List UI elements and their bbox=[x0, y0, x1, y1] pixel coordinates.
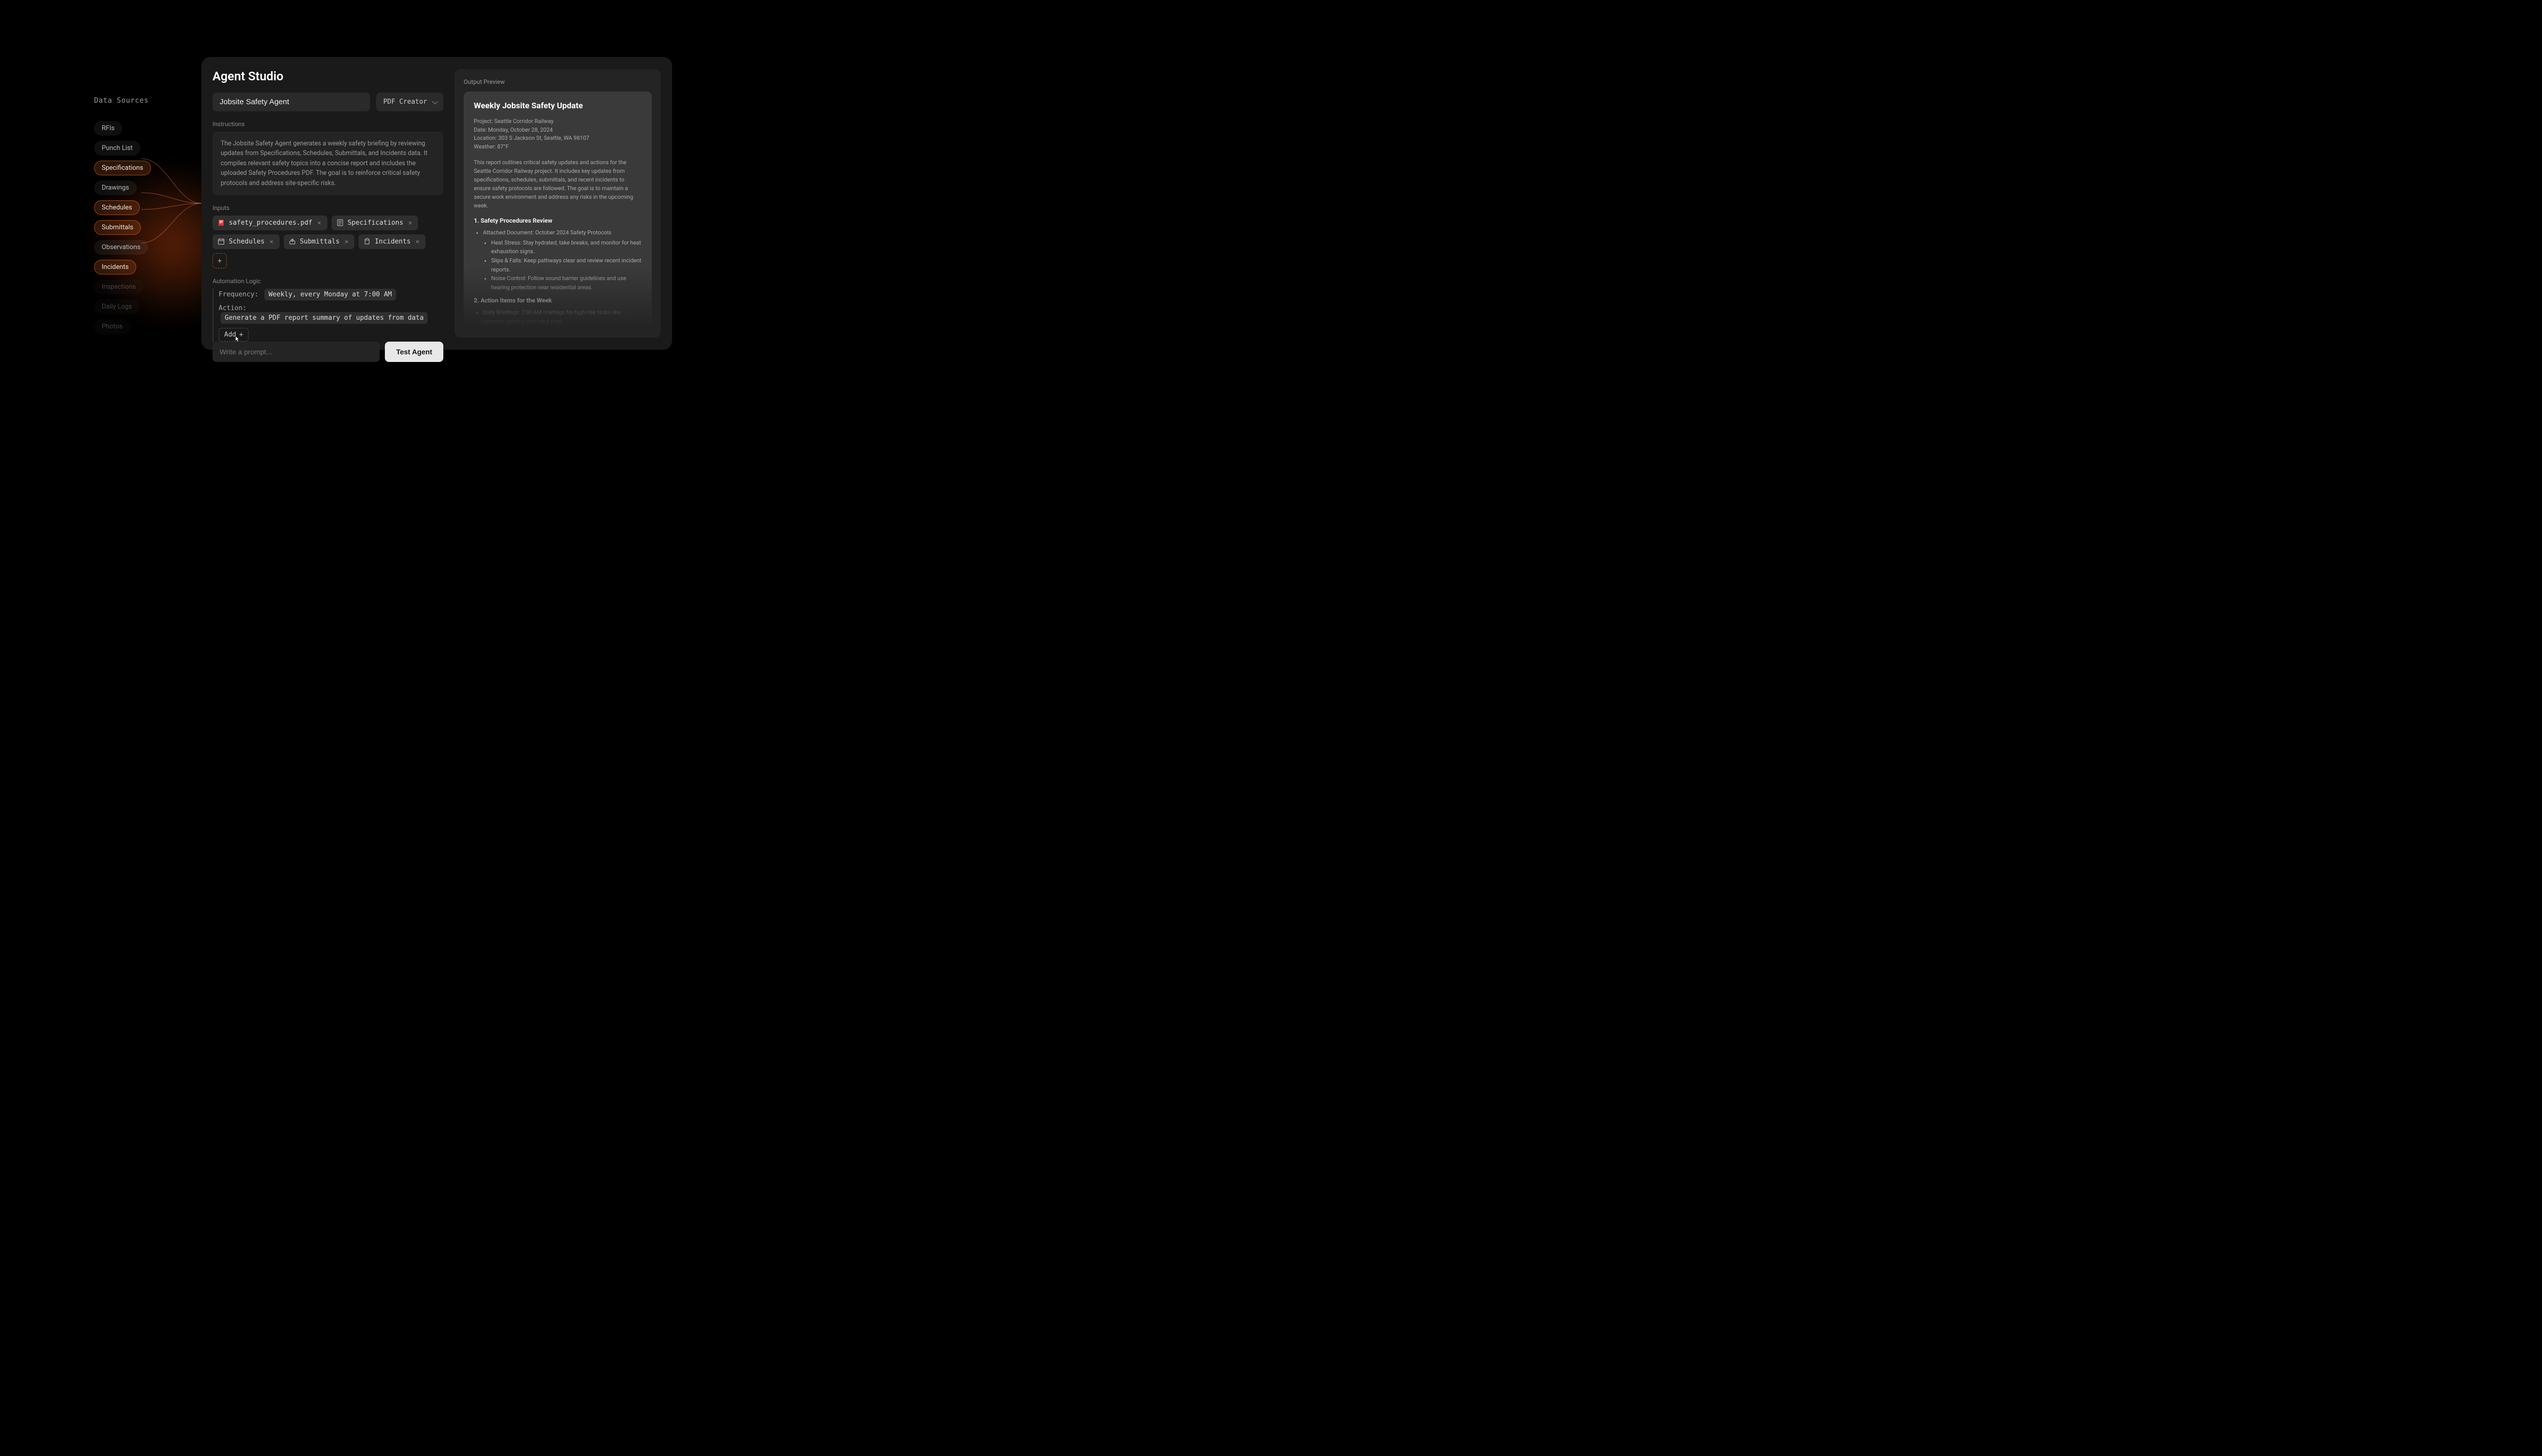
preview-doc-title: Weekly Jobsite Safety Update bbox=[474, 101, 642, 110]
sidebar-item-inspections[interactable]: Inspections bbox=[94, 280, 143, 294]
input-chip-safety-procedures-pdf[interactable]: safety_procedures.pdf✕ bbox=[213, 216, 327, 230]
preview-bullet: Heat Stress: Stay hydrated, take breaks,… bbox=[491, 238, 642, 256]
output-type-select[interactable]: PDF Creator bbox=[376, 93, 443, 111]
pdf-icon bbox=[218, 219, 225, 226]
preview-section1-heading: 1. Safety Procedures Review bbox=[474, 217, 642, 224]
preview-bullet: Noise Control: Follow sound barrier guid… bbox=[491, 274, 642, 292]
instructions-text[interactable]: The Jobsite Safety Agent generates a wee… bbox=[213, 132, 443, 195]
sidebar-item-photos[interactable]: Photos bbox=[94, 319, 130, 334]
plus-icon: + bbox=[218, 256, 222, 265]
test-agent-button[interactable]: Test Agent bbox=[385, 342, 443, 362]
sidebar-item-daily-logs[interactable]: Daily Logs bbox=[94, 299, 140, 314]
output-preview-label: Output Preview bbox=[464, 78, 652, 85]
output-preview-panel: Output Preview Weekly Jobsite Safety Upd… bbox=[455, 69, 661, 338]
output-type-label: PDF Creator bbox=[383, 98, 427, 106]
agent-studio-panel: Agent Studio PDF Creator Instructions Th… bbox=[201, 57, 672, 350]
add-input-button[interactable]: + bbox=[213, 253, 227, 268]
plus-icon: + bbox=[239, 331, 243, 339]
input-chip-schedules[interactable]: Schedules✕ bbox=[213, 234, 280, 249]
instructions-label: Instructions bbox=[213, 120, 443, 128]
remove-icon[interactable]: ✕ bbox=[268, 238, 274, 245]
input-chip-incidents[interactable]: Incidents✕ bbox=[358, 234, 426, 249]
sidebar-title: Data Sources bbox=[94, 97, 196, 105]
data-sources-sidebar: Data Sources RFIs Punch List Specification… bbox=[94, 97, 196, 334]
submittal-icon bbox=[289, 238, 296, 245]
sidebar-item-observations[interactable]: Observations bbox=[94, 240, 148, 255]
meta-location: Location: 303 S Jackson St, Seattle, WA … bbox=[474, 134, 642, 143]
calendar-icon bbox=[218, 238, 225, 245]
preview-document: Weekly Jobsite Safety Update Project: Se… bbox=[464, 92, 652, 328]
meta-date: Date: Monday, October 28, 2024 bbox=[474, 126, 642, 135]
preview-section2-heading: 2. Action Items for the Week bbox=[474, 297, 642, 304]
preview-section1-top: Attached Document: October 2024 Safety P… bbox=[483, 228, 642, 292]
preview-bullet: Slips & Falls: Keep pathways clear and r… bbox=[491, 256, 642, 274]
remove-icon[interactable]: ✕ bbox=[415, 238, 420, 245]
remove-icon[interactable]: ✕ bbox=[407, 219, 413, 226]
frequency-key: Frequency: bbox=[219, 291, 258, 298]
meta-project: Project: Seattle Corridor Railway bbox=[474, 117, 642, 126]
sidebar-item-incidents[interactable]: Incidents bbox=[94, 260, 136, 275]
preview-bullet: Daily Briefings: 7:00 AM briefings for h… bbox=[483, 308, 642, 326]
sidebar-item-drawings[interactable]: Drawings bbox=[94, 180, 137, 195]
sidebar-item-rfis[interactable]: RFIs bbox=[94, 121, 122, 136]
sidebar-item-submittals[interactable]: Submittals bbox=[94, 220, 141, 235]
automation-label: Automation Logic bbox=[213, 278, 443, 285]
add-logic-button[interactable]: Add + bbox=[219, 328, 249, 342]
sidebar-item-schedules[interactable]: Schedules bbox=[94, 200, 140, 215]
preview-bullet: Incident Review: Address causes of minor… bbox=[483, 326, 642, 328]
sidebar-item-punch-list[interactable]: Punch List bbox=[94, 141, 140, 156]
chevron-down-icon bbox=[432, 98, 438, 104]
preview-intro: This report outlines critical safety upd… bbox=[474, 158, 642, 210]
remove-icon[interactable]: ✕ bbox=[316, 219, 322, 226]
remove-icon[interactable]: ✕ bbox=[344, 238, 349, 245]
action-value[interactable]: Generate a PDF report summary of updates… bbox=[221, 312, 428, 324]
input-chip-specifications[interactable]: Specifications✕ bbox=[331, 216, 418, 230]
inputs-label: Inputs bbox=[213, 204, 443, 211]
frequency-value[interactable]: Weekly, every Monday at 7:00 AM bbox=[264, 289, 396, 300]
automation-logic-block: Frequency: Weekly, every Monday at 7:00 … bbox=[213, 289, 443, 342]
prompt-input[interactable] bbox=[213, 342, 380, 362]
agent-name-input[interactable] bbox=[213, 93, 370, 111]
meta-weather: Weather: 87°F bbox=[474, 143, 642, 151]
input-chip-submittals[interactable]: Submittals✕ bbox=[284, 234, 355, 249]
incident-icon bbox=[364, 238, 371, 245]
sidebar-item-specifications[interactable]: Specifications bbox=[94, 161, 151, 175]
spec-icon bbox=[337, 219, 344, 226]
action-key: Action: bbox=[219, 305, 247, 312]
panel-title: Agent Studio bbox=[213, 69, 443, 83]
